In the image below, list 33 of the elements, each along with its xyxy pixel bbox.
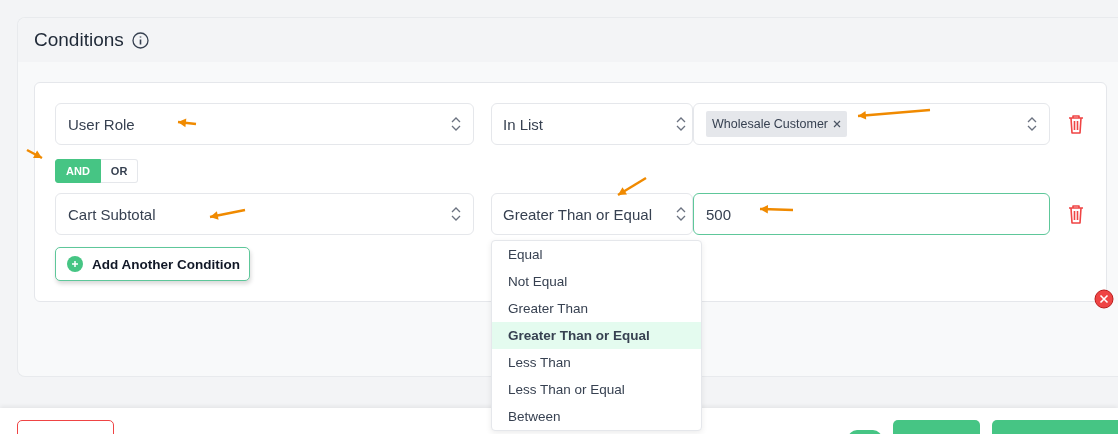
field-select[interactable]: User Role	[55, 103, 474, 145]
menu-option[interactable]: Less Than	[492, 349, 701, 376]
close-icon[interactable]	[833, 120, 841, 128]
value-input[interactable]: 500	[693, 193, 1050, 235]
add-condition-button[interactable]: Add Another Condition	[55, 247, 250, 281]
menu-option[interactable]: Equal	[492, 241, 701, 268]
menu-option[interactable]: Not Equal	[492, 268, 701, 295]
tag: Wholesale Customer	[706, 111, 847, 137]
tag-select[interactable]: Wholesale Customer	[693, 103, 1050, 145]
trash-icon[interactable]	[1068, 204, 1084, 224]
menu-option[interactable]: Greater Than	[492, 295, 701, 322]
info-icon[interactable]	[131, 31, 149, 49]
chevron-icon	[1027, 116, 1037, 132]
logic-toggle-button[interactable]: OR	[100, 159, 139, 183]
menu-option[interactable]: Between	[492, 403, 701, 430]
annotation-arrow	[177, 118, 197, 128]
annotation-arrow	[617, 176, 647, 197]
menu-option[interactable]: Less Than or Equal	[492, 376, 701, 403]
operator-select[interactable]: In List	[491, 103, 693, 145]
chevron-icon	[451, 116, 461, 132]
section-title: Conditions	[34, 29, 124, 51]
chevron-icon	[451, 206, 461, 222]
chevron-icon	[676, 206, 686, 222]
field-select[interactable]: Cart Subtotal	[55, 193, 474, 235]
plus-icon	[67, 256, 83, 272]
close-icon[interactable]	[1094, 289, 1114, 309]
trash-icon[interactable]	[1068, 114, 1084, 134]
annotation-arrow	[209, 208, 246, 220]
annotation-arrow	[759, 204, 794, 214]
annotation-arrow	[26, 148, 43, 160]
menu-option[interactable]: Greater Than or Equal	[492, 322, 701, 349]
operator-select[interactable]: Greater Than or Equal	[491, 193, 693, 235]
chevron-icon	[676, 116, 686, 132]
